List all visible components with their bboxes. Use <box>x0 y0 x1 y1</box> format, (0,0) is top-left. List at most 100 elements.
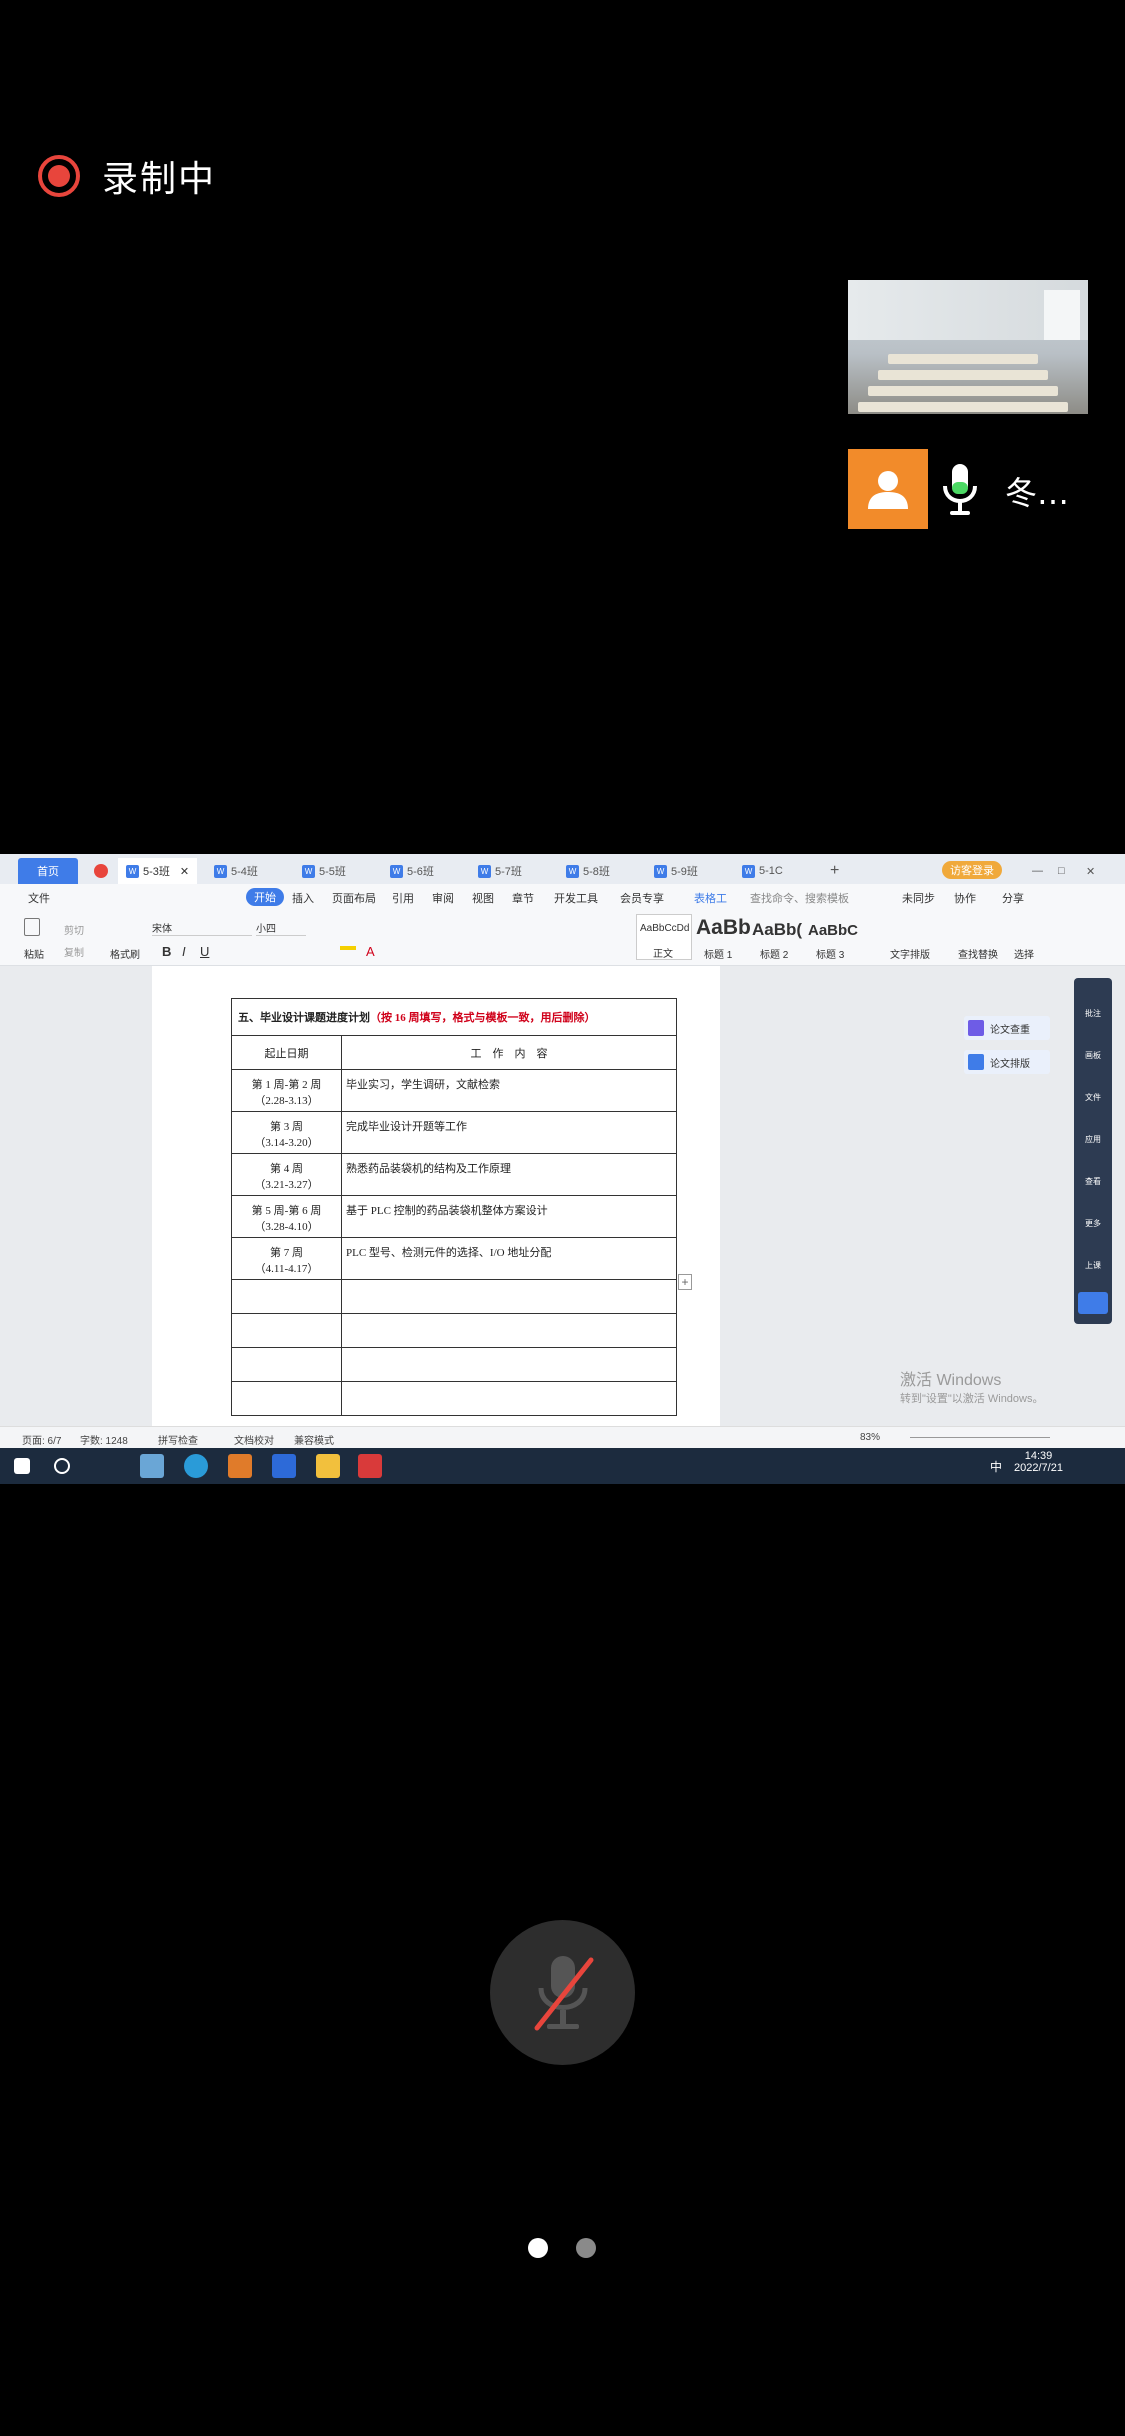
wps-logo-icon[interactable] <box>86 858 116 884</box>
table-row: 第 4 周（3.21-3.27） 熟悉药品装袋机的结构及工作原理 <box>231 1153 677 1196</box>
copy-button[interactable]: 复制 <box>64 944 84 959</box>
find-replace-button[interactable]: 查找替换 <box>958 946 998 961</box>
menu-view[interactable]: 视图 <box>472 890 494 906</box>
share-button[interactable]: 分享 <box>1002 890 1024 906</box>
thesis-format-icon <box>968 1054 984 1070</box>
zoom-slider[interactable] <box>910 1437 1050 1438</box>
menu-review[interactable]: 审阅 <box>432 890 454 906</box>
mute-toggle-button[interactable] <box>490 1920 635 2065</box>
menu-sections[interactable]: 章节 <box>512 890 534 906</box>
menu-insert[interactable]: 插入 <box>292 890 314 906</box>
status-bar: 页面: 6/7 字数: 1248 拼写检查 文档校对 兼容模式 83% <box>0 1426 1125 1448</box>
thesis-format-button[interactable]: 论文排版 <box>964 1050 1050 1074</box>
table-heading: 五、毕业设计课题进度计划（按 16 周填写，格式与模板一致，用后删除） <box>231 998 677 1036</box>
menu-page-layout[interactable]: 页面布局 <box>332 890 376 906</box>
page-indicator-dot[interactable] <box>576 2238 596 2258</box>
paste-button[interactable]: 粘贴 <box>24 946 44 961</box>
ime-indicator[interactable]: 中 <box>990 1458 1002 1475</box>
empty-table-row <box>231 1313 677 1348</box>
paste-icon[interactable] <box>24 918 40 936</box>
panel-more[interactable]: 更多 <box>1078 1218 1108 1229</box>
collab-button[interactable]: 协作 <box>954 890 976 906</box>
page-count: 页面: 6/7 <box>22 1436 62 1447</box>
font-color-icon[interactable]: A <box>366 944 375 959</box>
camera-video-thumbnail[interactable] <box>848 280 1088 414</box>
windows-start-icon[interactable] <box>14 1458 30 1474</box>
tab-doc-1[interactable]: W 5-3班 ✕ <box>118 858 198 884</box>
menu-start[interactable]: 开始 <box>246 888 284 906</box>
spell-check-button[interactable]: 拼写检查 <box>158 1432 198 1447</box>
participant-avatar[interactable] <box>848 449 928 529</box>
empty-table-row <box>231 1347 677 1382</box>
tab-doc-2[interactable]: W 5-4班 <box>206 858 266 884</box>
add-row-plus-icon[interactable]: + <box>678 1274 692 1290</box>
file-menu[interactable]: 文件 <box>28 890 50 906</box>
font-name-select[interactable]: 宋体 <box>152 920 252 936</box>
panel-class[interactable]: 上课 <box>1078 1260 1108 1271</box>
style-heading-1[interactable]: AaBb 标题 1 <box>696 914 751 961</box>
maximize-icon[interactable]: □ <box>1050 858 1073 884</box>
font-size-select[interactable]: 小四 <box>256 920 306 936</box>
panel-file[interactable]: 文件 <box>1078 1092 1108 1103</box>
chrome-icon[interactable] <box>228 1454 252 1478</box>
photos-icon[interactable] <box>272 1454 296 1478</box>
doc-icon: W <box>390 864 403 878</box>
text-layout-button[interactable]: 文字排版 <box>890 946 930 961</box>
close-icon[interactable]: ✕ <box>180 865 189 878</box>
app-icon[interactable] <box>140 1454 164 1478</box>
thesis-check-icon <box>968 1020 984 1036</box>
doc-icon: W <box>742 864 755 878</box>
menu-references[interactable]: 引用 <box>392 890 414 906</box>
menu-member[interactable]: 会员专享 <box>620 890 664 906</box>
proofread-button[interactable]: 文档校对 <box>234 1432 274 1447</box>
tab-doc-5[interactable]: W 5-7班 <box>470 858 530 884</box>
format-painter-button[interactable]: 格式刷 <box>110 946 140 961</box>
sync-status[interactable]: 未同步 <box>902 890 935 906</box>
tab-home[interactable]: 首页 <box>18 858 78 884</box>
wps-tab-bar: 首页 W 5-3班 ✕ W 5-4班 W 5-5班 W 5-6班 W 5-7班 W 5-8班 … <box>0 854 1125 884</box>
search-icon[interactable] <box>54 1458 70 1474</box>
col-header-date: 起止日期 <box>231 1035 342 1070</box>
windows-activation-watermark: 激活 Windows 转到"设置"以激活 Windows。 <box>900 1372 1044 1405</box>
menu-table-tools[interactable]: 表格工 <box>694 890 727 906</box>
tab-doc-3[interactable]: W 5-5班 <box>294 858 354 884</box>
tab-doc-7[interactable]: W 5-9班 <box>646 858 706 884</box>
panel-view[interactable]: 查看 <box>1078 1176 1108 1187</box>
italic-button[interactable]: I <box>182 944 186 959</box>
cut-button[interactable]: 剪切 <box>64 922 84 937</box>
thesis-check-button[interactable]: 论文查重 <box>964 1016 1050 1040</box>
new-tab-plus-icon[interactable]: + <box>822 858 847 884</box>
document-area: 五、毕业设计课题进度计划（按 16 周填写，格式与模板一致，用后删除） 起止日期… <box>0 966 1125 1456</box>
table-row: 第 7 周（4.11-4.17） PLC 型号、检测元件的选择、I/O 地址分配 <box>231 1237 677 1280</box>
panel-share-icon[interactable] <box>1078 1292 1108 1314</box>
panel-drawing[interactable]: 画板 <box>1078 1050 1108 1061</box>
ribbon-toolbar: 粘贴 剪切 复制 格式刷 宋体 小四 B I U A AaBbCcDd 正文 A… <box>0 910 1125 966</box>
bold-button[interactable]: B <box>162 944 171 959</box>
table-row: 第 5 周-第 6 周（3.28-4.10） 基于 PLC 控制的药品装袋机整体… <box>231 1195 677 1238</box>
style-normal[interactable]: AaBbCcDd 正文 <box>636 914 692 960</box>
wps-icon[interactable] <box>358 1454 382 1478</box>
style-heading-3[interactable]: AaBbC 标题 3 <box>808 914 862 961</box>
style-heading-2[interactable]: AaBb( 标题 2 <box>752 914 806 961</box>
menu-dev-tools[interactable]: 开发工具 <box>554 890 598 906</box>
highlight-color-icon[interactable] <box>340 946 356 950</box>
search-input[interactable]: 查找命令、搜索模板 <box>750 890 849 906</box>
right-tool-panel: 批注 画板 文件 应用 查看 更多 上课 <box>1074 978 1112 1324</box>
page-indicator-dot-active[interactable] <box>528 2238 548 2258</box>
select-button[interactable]: 选择 <box>1014 946 1034 961</box>
panel-comment[interactable]: 批注 <box>1078 1008 1108 1019</box>
window-close-icon[interactable]: ✕ <box>1078 858 1103 884</box>
edge-icon[interactable] <box>184 1454 208 1478</box>
minimize-icon[interactable]: — <box>1024 858 1051 884</box>
col-header-content: 工 作 内 容 <box>341 1035 677 1070</box>
zoom-level[interactable]: 83% <box>860 1432 880 1443</box>
tab-doc-6[interactable]: W 5-8班 <box>558 858 618 884</box>
folder-icon[interactable] <box>316 1454 340 1478</box>
clock[interactable]: 14:39 2022/7/21 <box>1014 1450 1063 1474</box>
panel-app[interactable]: 应用 <box>1078 1134 1108 1145</box>
login-button[interactable]: 访客登录 <box>942 861 1002 879</box>
tab-doc-4[interactable]: W 5-6班 <box>382 858 442 884</box>
tab-doc-8[interactable]: W 5-1C <box>734 858 791 884</box>
underline-button[interactable]: U <box>200 944 209 959</box>
microphone-active-icon <box>940 462 980 522</box>
